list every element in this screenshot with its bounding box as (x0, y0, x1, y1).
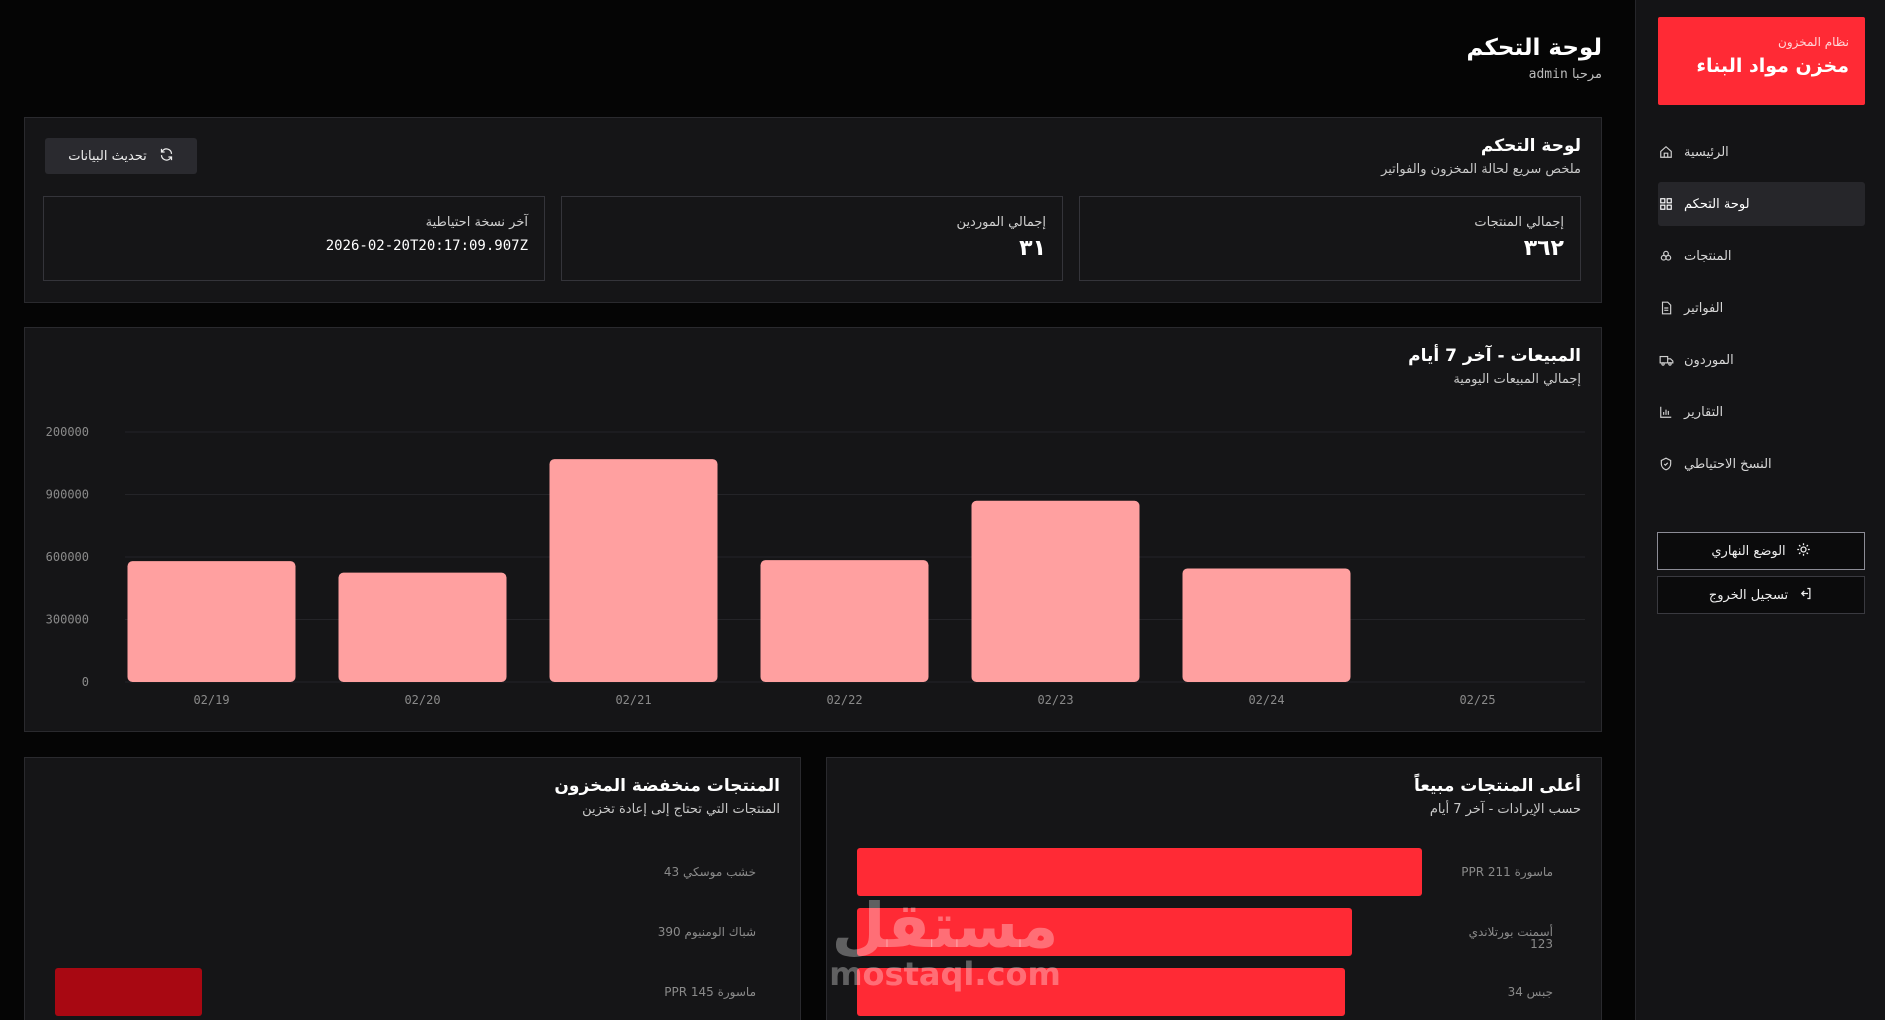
sales-bar[interactable] (338, 572, 507, 682)
top-selling-title: أعلى المنتجات مبيعاً (1413, 776, 1581, 796)
horizontal-bar[interactable] (857, 968, 1345, 1016)
sidebar-item-label: لوحة التحكم (1684, 196, 1750, 212)
y-tick-label: 0 (82, 675, 89, 689)
brand-block: نظام المخزون مخزن مواد البناء (1658, 17, 1865, 105)
y-tick-label: 600000 (46, 550, 89, 564)
refresh-button[interactable]: تحديث البيانات (45, 138, 197, 174)
logout-icon (1798, 586, 1813, 605)
sidebar-item-dashboard[interactable]: لوحة التحكم (1658, 182, 1865, 226)
sidebar-item-backup[interactable]: النسخ الاحتياطي (1658, 442, 1865, 486)
stat-label: إجمالي المنتجات (1474, 215, 1564, 230)
chart-icon (1658, 404, 1674, 420)
summary-title: لوحة التحكم (1480, 136, 1581, 156)
summary-card: لوحة التحكم ملخص سريع لحالة المخزون والف… (24, 117, 1602, 303)
page-header: لوحة التحكم مرحبا admin (1467, 35, 1602, 82)
sales-bar[interactable] (971, 500, 1140, 682)
x-tick-label: 02/21 (615, 693, 651, 707)
sales-bar[interactable] (127, 561, 296, 682)
brand-subtitle: نظام المخزون (1778, 35, 1849, 49)
refresh-label: تحديث البيانات (68, 148, 147, 164)
horizontal-bar[interactable] (857, 848, 1422, 896)
horizontal-bar[interactable] (55, 968, 202, 1016)
sales-chart-card: 0 300000 600000 900000 200000 02/19 02/20 02/21… (24, 327, 1602, 732)
sales-chart-subtitle: إجمالي المبيعات اليومية (1453, 372, 1581, 387)
y-tick-label: 900000 (46, 488, 89, 502)
sidebar-item-label: النسخ الاحتياطي (1684, 456, 1772, 472)
light-mode-button[interactable]: الوضع النهاري (1657, 532, 1865, 570)
summary-subtitle: ملخص سريع لحالة المخزون والفواتير (1381, 162, 1581, 177)
low-stock-subtitle: المنتجات التي تحتاج إلى إعادة تخزين (582, 802, 780, 817)
sidebar-nav: الرئيسية لوحة التحكم المنتجات الفواتير ا… (1658, 130, 1865, 494)
stat-total-products: إجمالي المنتجات ٣٦٢ (1079, 196, 1581, 281)
sidebar-item-label: الفواتير (1684, 300, 1724, 316)
sidebar-item-suppliers[interactable]: الموردون (1658, 338, 1865, 382)
horizontal-bar[interactable] (857, 908, 1352, 956)
stat-label: آخر نسخة احتياطية (425, 215, 528, 230)
stat-value: 2026-02-20T20:17:09.907Z (325, 238, 528, 254)
stat-label: إجمالي الموردين (956, 215, 1046, 230)
sidebar-item-invoices[interactable]: الفواتير (1658, 286, 1865, 330)
welcome-text: مرحبا admin (1467, 67, 1602, 82)
brand-title: مخزن مواد البناء (1696, 55, 1849, 77)
home-icon (1658, 144, 1674, 160)
low-stock-card: المنتجات منخفضة المخزون المنتجات التي تح… (24, 757, 801, 1020)
top-selling-subtitle: حسب الإيرادات - آخر 7 أيام (1429, 802, 1581, 817)
bar-category-label: خشب موسكي 43 (663, 865, 756, 879)
sidebar-item-label: التقارير (1684, 404, 1724, 420)
x-tick-label: 02/20 (404, 693, 440, 707)
x-tick-label: 02/19 (193, 693, 229, 707)
refresh-icon (159, 147, 174, 166)
grid-icon (1658, 196, 1674, 212)
x-tick-label: 02/22 (826, 693, 862, 707)
y-tick-label: 200000 (46, 425, 89, 439)
page-title: لوحة التحكم (1466, 35, 1602, 61)
logout-button[interactable]: تسجيل الخروج (1657, 576, 1865, 614)
stat-last-backup: آخر نسخة احتياطية 2026-02-20T20:17:09.90… (43, 196, 545, 281)
sales-bar[interactable] (760, 560, 929, 682)
sidebar-item-label: المنتجات (1684, 248, 1732, 264)
top-selling-card: أعلى المنتجات مبيعاً حسب الإيرادات - آخر… (826, 757, 1602, 1020)
shield-icon (1658, 456, 1674, 472)
y-tick-label: 300000 (46, 613, 89, 627)
sales-bar[interactable] (1182, 568, 1351, 682)
bar-category-label: أسمنت بورتلاندي 123 (1468, 925, 1553, 951)
sidebar-item-reports[interactable]: التقارير (1658, 390, 1865, 434)
truck-icon (1658, 352, 1674, 368)
sales-chart-title: المبيعات - آخر 7 أيام (1408, 346, 1581, 366)
stat-total-suppliers: إجمالي الموردين ٣١ (561, 196, 1063, 281)
stat-value: ٣١ (1019, 236, 1046, 261)
sidebar: نظام المخزون مخزن مواد البناء الرئيسية ل… (1635, 0, 1885, 1020)
sidebar-item-label: الموردون (1684, 352, 1734, 368)
sidebar-item-label: الرئيسية (1684, 144, 1729, 160)
welcome-label: مرحبا (1571, 67, 1602, 82)
logout-label: تسجيل الخروج (1708, 587, 1789, 603)
sidebar-item-home[interactable]: الرئيسية (1658, 130, 1865, 174)
username: admin (1528, 67, 1568, 82)
x-tick-label: 02/24 (1248, 693, 1284, 707)
sales-chart: 0 300000 600000 900000 200000 02/19 02/20 02/21… (46, 425, 1585, 707)
x-tick-label: 02/23 (1037, 693, 1073, 707)
boxes-icon (1658, 248, 1674, 264)
sales-bar[interactable] (549, 459, 718, 682)
x-tick-label: 02/25 (1459, 693, 1495, 707)
low-stock-title: المنتجات منخفضة المخزون (554, 776, 780, 796)
bar-category-label: ماسورة PPR 211 (1461, 865, 1553, 879)
sidebar-item-products[interactable]: المنتجات (1658, 234, 1865, 278)
light-mode-label: الوضع النهاري (1711, 543, 1786, 559)
bar-category-label: شباك الومنيوم 390 (657, 925, 756, 939)
stat-value: ٣٦٢ (1523, 236, 1564, 261)
file-icon (1658, 300, 1674, 316)
sun-icon (1796, 542, 1811, 561)
bar-category-label: جبس 34 (1507, 985, 1553, 999)
bar-category-label: ماسورة PPR 145 (664, 985, 756, 999)
